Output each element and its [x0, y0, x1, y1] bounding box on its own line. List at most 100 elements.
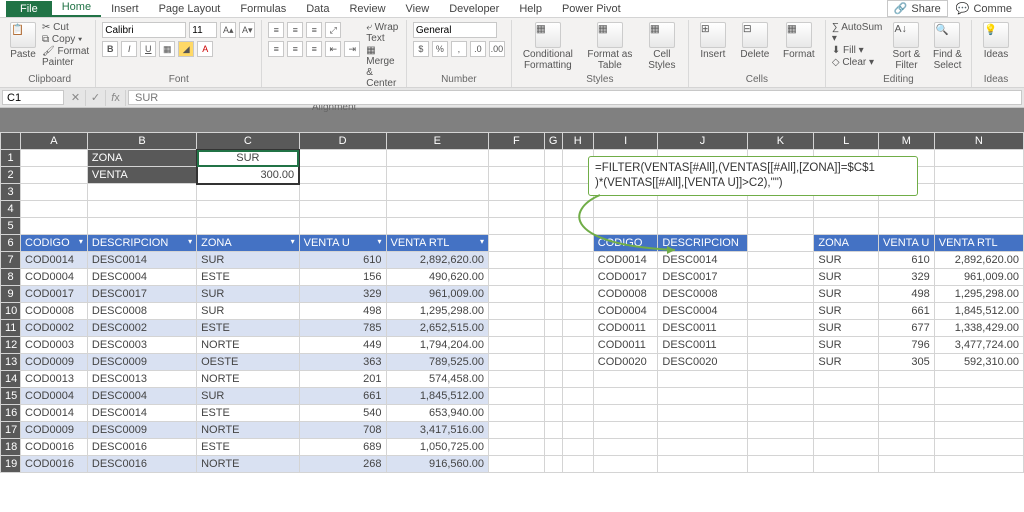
row-14[interactable]: 14COD0013DESC0013NORTE201574,458.00	[1, 371, 1024, 388]
cell-I12[interactable]: COD0011	[593, 337, 658, 354]
tab-insert[interactable]: Insert	[101, 1, 149, 17]
tab-review[interactable]: Review	[339, 1, 395, 17]
cell-C6[interactable]: ZONA ▾	[197, 235, 300, 252]
cell-D11[interactable]: 785	[299, 320, 386, 337]
tab-home[interactable]: Home	[52, 0, 101, 17]
cell-L14[interactable]	[814, 371, 879, 388]
cell-M6[interactable]: VENTA U	[879, 235, 935, 252]
number-format-select[interactable]	[413, 22, 497, 38]
cell-M9[interactable]: 498	[879, 286, 935, 303]
row-11[interactable]: 11COD0002DESC0002ESTE7852,652,515.00COD0…	[1, 320, 1024, 337]
cell-F6[interactable]	[489, 235, 545, 252]
cell-M11[interactable]: 677	[879, 320, 935, 337]
cell-G5[interactable]	[544, 218, 562, 235]
align-center-icon[interactable]: ≡	[287, 41, 303, 57]
row-7[interactable]: 7COD0014DESC0014SUR6102,892,620.00COD001…	[1, 252, 1024, 269]
cell-C13[interactable]: OESTE	[197, 354, 300, 371]
comma-icon[interactable]: ,	[451, 41, 467, 57]
cell-D8[interactable]: 156	[299, 269, 386, 286]
insert-cells-icon[interactable]: ⊞	[700, 22, 726, 48]
cell-M7[interactable]: 610	[879, 252, 935, 269]
cell-A8[interactable]: COD0004	[21, 269, 88, 286]
cell-J5[interactable]	[658, 218, 747, 235]
cell-F17[interactable]	[489, 422, 545, 439]
cell-I13[interactable]: COD0020	[593, 354, 658, 371]
cell-G1[interactable]	[544, 150, 562, 167]
clear-button[interactable]: ◇ Clear ▾	[832, 57, 883, 68]
row-9[interactable]: 9COD0017DESC0017SUR329961,009.00COD0008D…	[1, 286, 1024, 303]
cell-F4[interactable]	[489, 201, 545, 218]
cell-H13[interactable]	[562, 354, 593, 371]
cell-F16[interactable]	[489, 405, 545, 422]
cell-L7[interactable]: SUR	[814, 252, 879, 269]
cell-B14[interactable]: DESC0013	[87, 371, 196, 388]
cell-M14[interactable]	[879, 371, 935, 388]
cell-A18[interactable]: COD0016	[21, 439, 88, 456]
cell-N16[interactable]	[934, 405, 1023, 422]
cell-G2[interactable]	[544, 167, 562, 184]
cell-A6[interactable]: CODIGO ▾	[21, 235, 88, 252]
cell-F1[interactable]	[489, 150, 545, 167]
bold-button[interactable]: B	[102, 41, 118, 57]
cell-J14[interactable]	[658, 371, 747, 388]
cell-L10[interactable]: SUR	[814, 303, 879, 320]
tab-formulas[interactable]: Formulas	[230, 1, 296, 17]
currency-icon[interactable]: $	[413, 41, 429, 57]
cell-M16[interactable]	[879, 405, 935, 422]
paste-icon[interactable]: 📋	[10, 22, 36, 48]
cell-J9[interactable]: DESC0008	[658, 286, 747, 303]
cell-N19[interactable]	[934, 456, 1023, 473]
cell-N7[interactable]: 2,892,620.00	[934, 252, 1023, 269]
cell-M8[interactable]: 329	[879, 269, 935, 286]
cell-C16[interactable]: ESTE	[197, 405, 300, 422]
cell-F2[interactable]	[489, 167, 545, 184]
cell-G10[interactable]	[544, 303, 562, 320]
cell-A16[interactable]: COD0014	[21, 405, 88, 422]
cell-A12[interactable]: COD0003	[21, 337, 88, 354]
cell-J18[interactable]	[658, 439, 747, 456]
cell-I16[interactable]	[593, 405, 658, 422]
cell-K16[interactable]	[747, 405, 814, 422]
cell-B5[interactable]	[87, 218, 196, 235]
cell-N17[interactable]	[934, 422, 1023, 439]
find-select-icon[interactable]: 🔍	[934, 22, 960, 48]
cell-E1[interactable]	[386, 150, 489, 167]
cell-N2[interactable]	[934, 167, 1023, 184]
cell-N3[interactable]	[934, 184, 1023, 201]
cell-G6[interactable]	[544, 235, 562, 252]
cell-A5[interactable]	[21, 218, 88, 235]
row-6[interactable]: 6CODIGO ▾DESCRIPCION ▾ZONA ▾VENTA U ▾VEN…	[1, 235, 1024, 252]
cell-N13[interactable]: 592,310.00	[934, 354, 1023, 371]
cell-B19[interactable]: DESC0016	[87, 456, 196, 473]
increase-font-icon[interactable]: A▴	[220, 22, 236, 38]
cell-G14[interactable]	[544, 371, 562, 388]
cell-E15[interactable]: 1,845,512.00	[386, 388, 489, 405]
cell-E7[interactable]: 2,892,620.00	[386, 252, 489, 269]
tab-view[interactable]: View	[396, 1, 440, 17]
cell-M4[interactable]	[879, 201, 935, 218]
cell-E18[interactable]: 1,050,725.00	[386, 439, 489, 456]
sort-filter-icon[interactable]: A↓	[893, 22, 919, 48]
cell-N18[interactable]	[934, 439, 1023, 456]
cell-H10[interactable]	[562, 303, 593, 320]
indent-decrease-icon[interactable]: ⇤	[325, 41, 341, 57]
tab-power-pivot[interactable]: Power Pivot	[552, 1, 631, 17]
cell-C17[interactable]: NORTE	[197, 422, 300, 439]
cell-A10[interactable]: COD0008	[21, 303, 88, 320]
cell-C5[interactable]	[197, 218, 300, 235]
cell-I7[interactable]: COD0014	[593, 252, 658, 269]
cell-F7[interactable]	[489, 252, 545, 269]
borders-button[interactable]: ▦	[159, 41, 175, 57]
cell-K15[interactable]	[747, 388, 814, 405]
cell-B11[interactable]: DESC0002	[87, 320, 196, 337]
autosum-button[interactable]: ∑ AutoSum ▾	[832, 22, 883, 44]
cell-G17[interactable]	[544, 422, 562, 439]
cell-L11[interactable]: SUR	[814, 320, 879, 337]
cell-E16[interactable]: 653,940.00	[386, 405, 489, 422]
tab-help[interactable]: Help	[509, 1, 552, 17]
cell-B18[interactable]: DESC0016	[87, 439, 196, 456]
cell-J7[interactable]: DESC0014	[658, 252, 747, 269]
increase-decimal-icon[interactable]: .0	[470, 41, 486, 57]
cut-button[interactable]: ✂ Cut	[42, 22, 89, 33]
cell-J11[interactable]: DESC0011	[658, 320, 747, 337]
